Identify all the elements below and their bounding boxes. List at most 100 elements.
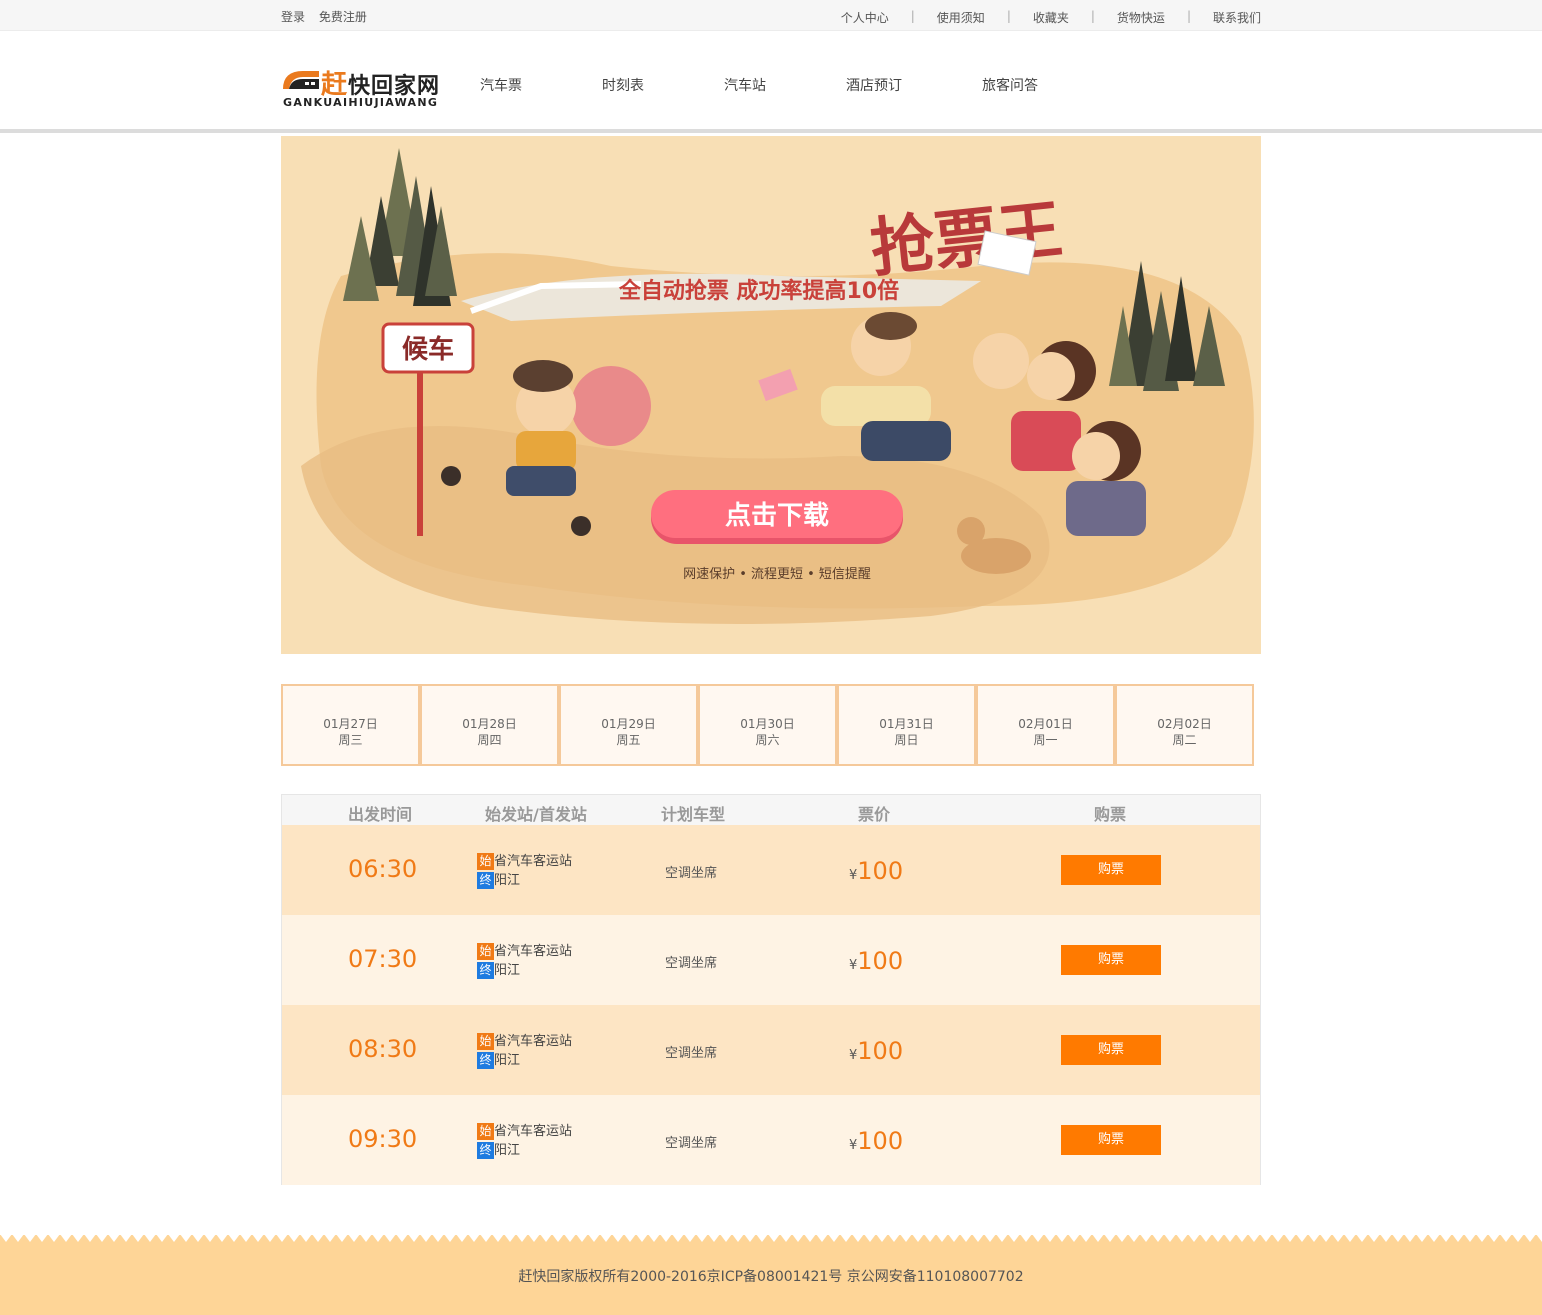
nav-bus-tickets[interactable]: 汽车票 bbox=[480, 75, 522, 95]
download-button-label: 点击下载 bbox=[725, 500, 829, 531]
header-departure-time: 出发时间 bbox=[348, 805, 413, 824]
weekday-label: 周三 bbox=[338, 733, 363, 747]
weekday-label: 周日 bbox=[894, 733, 919, 747]
date-selector: 01月27日 周三 01月28日 周四 01月29日 周五 01月30日 周六 01月3… bbox=[281, 684, 1256, 766]
header-stations: 始发站/首发站 bbox=[485, 805, 587, 824]
table-row: 06:30 始省汽车客运站 终阳江 空调坐席 ¥100 购票 bbox=[282, 825, 1260, 915]
date-tab[interactable]: 02月02日 周二 bbox=[1115, 684, 1254, 766]
banner-slogan: 全自动抢票 成功率提高10倍 bbox=[618, 278, 899, 304]
banner-features: 网速保护 • 流程更短 • 短信提醒 bbox=[683, 566, 871, 582]
date-label: 02月02日 bbox=[1157, 717, 1212, 731]
header-vehicle-type: 计划车型 bbox=[661, 805, 726, 824]
top-links: 个人中心 | 使用须知 | 收藏夹 | 货物快运 | 联系我们 bbox=[841, 9, 1261, 26]
link-personal-center[interactable]: 个人中心 bbox=[841, 9, 889, 26]
start-tag: 始 bbox=[477, 1033, 494, 1050]
date-label: 01月31日 bbox=[879, 717, 934, 731]
promo-banner: 候车 抢票王 全自动抢票 成功率提高10倍 点击下载 网速保护 • 流程更短 •… bbox=[281, 136, 1261, 654]
vehicle-type: 空调坐席 bbox=[665, 866, 718, 881]
end-tag: 终 bbox=[477, 962, 494, 979]
logo-pinyin: GANKUAIHIUJIAWANG bbox=[283, 96, 439, 109]
end-tag: 终 bbox=[477, 1142, 494, 1159]
nav-hotel-booking[interactable]: 酒店预订 bbox=[846, 75, 902, 95]
route-stations: 始省汽车客运站 终阳江 bbox=[477, 1122, 572, 1160]
login-link[interactable]: 登录 bbox=[281, 10, 305, 24]
table-header: 出发时间 始发站/首发站 计划车型 票价 购票 bbox=[282, 795, 1260, 825]
route-stations: 始省汽车客运站 终阳江 bbox=[477, 942, 572, 980]
separator: | bbox=[1186, 9, 1191, 23]
weekday-label: 周五 bbox=[616, 733, 641, 747]
date-tab[interactable]: 01月29日 周五 bbox=[559, 684, 698, 766]
price-value: 100 bbox=[857, 947, 904, 975]
nav-timetable[interactable]: 时刻表 bbox=[602, 75, 644, 95]
separator: | bbox=[1006, 9, 1011, 23]
separator: | bbox=[1090, 9, 1095, 23]
route-stations: 始省汽车客运站 终阳江 bbox=[477, 1032, 572, 1070]
separator: | bbox=[910, 9, 915, 23]
link-freight[interactable]: 货物快运 bbox=[1117, 9, 1165, 26]
departure-time: 07:30 bbox=[348, 945, 418, 973]
site-logo[interactable]: 赶快回家网 GANKUAIHIUJIAWANG bbox=[281, 64, 441, 114]
ticket-price: ¥100 bbox=[849, 1037, 903, 1065]
ticket-price: ¥100 bbox=[849, 1127, 903, 1155]
vehicle-type: 空调坐席 bbox=[665, 1136, 718, 1151]
departure-time: 06:30 bbox=[348, 855, 418, 883]
wait-sign-text: 候车 bbox=[402, 334, 454, 365]
nav-bus-stations[interactable]: 汽车站 bbox=[724, 75, 766, 95]
from-station: 省汽车客运站 bbox=[494, 854, 573, 869]
date-tab[interactable]: 01月28日 周四 bbox=[420, 684, 559, 766]
buy-ticket-button[interactable]: 购票 bbox=[1061, 1125, 1161, 1155]
nav-traveler-qa[interactable]: 旅客问答 bbox=[982, 75, 1038, 95]
register-link[interactable]: 免费注册 bbox=[319, 10, 367, 24]
price-value: 100 bbox=[857, 857, 904, 885]
end-tag: 终 bbox=[477, 872, 494, 889]
table-row: 07:30 始省汽车客运站 终阳江 空调坐席 ¥100 购票 bbox=[282, 915, 1260, 1005]
buy-ticket-button[interactable]: 购票 bbox=[1061, 855, 1161, 885]
to-station: 阳江 bbox=[494, 1053, 521, 1068]
weekday-label: 周一 bbox=[1033, 733, 1058, 747]
departure-time: 08:30 bbox=[348, 1035, 418, 1063]
date-tab[interactable]: 02月01日 周一 bbox=[976, 684, 1115, 766]
date-tab[interactable]: 01月30日 周六 bbox=[698, 684, 837, 766]
date-tab[interactable]: 01月27日 周三 bbox=[281, 684, 420, 766]
date-label: 01月30日 bbox=[740, 717, 795, 731]
date-label: 02月01日 bbox=[1018, 717, 1073, 731]
table-row: 08:30 始省汽车客运站 终阳江 空调坐席 ¥100 购票 bbox=[282, 1005, 1260, 1095]
banner-illustration: 候车 抢票王 全自动抢票 成功率提高10倍 点击下载 网速保护 • 流程更短 •… bbox=[301, 148, 1254, 624]
footer-copyright: 赶快回家版权所有2000-2016京ICP备08001421号 京公网安备110… bbox=[518, 1269, 1024, 1285]
buy-ticket-button[interactable]: 购票 bbox=[1061, 1035, 1161, 1065]
footer-zigzag-edge bbox=[0, 1234, 1542, 1242]
buy-ticket-button[interactable]: 购票 bbox=[1061, 945, 1161, 975]
start-tag: 始 bbox=[477, 943, 494, 960]
weekday-label: 周六 bbox=[755, 733, 780, 747]
start-tag: 始 bbox=[477, 853, 494, 870]
from-station: 省汽车客运站 bbox=[494, 1124, 573, 1139]
header-price: 票价 bbox=[858, 805, 891, 824]
site-header: 赶快回家网 GANKUAIHIUJIAWANG 汽车票 时刻表 汽车站 酒店预订… bbox=[0, 31, 1542, 133]
from-station: 省汽车客运站 bbox=[494, 944, 573, 959]
link-favorites[interactable]: 收藏夹 bbox=[1033, 9, 1069, 26]
departure-time: 09:30 bbox=[348, 1125, 418, 1153]
schedule-table: 出发时间 始发站/首发站 计划车型 票价 购票 06:30 始省汽车客运站 终阳… bbox=[281, 794, 1261, 1185]
link-contact[interactable]: 联系我们 bbox=[1213, 9, 1261, 26]
site-footer: 赶快回家版权所有2000-2016京ICP备08001421号 京公网安备110… bbox=[0, 1234, 1542, 1315]
date-label: 01月27日 bbox=[323, 717, 378, 731]
train-logo-icon bbox=[283, 71, 319, 89]
date-label: 01月28日 bbox=[462, 717, 517, 731]
header-buy: 购票 bbox=[1094, 805, 1127, 824]
download-button[interactable]: 点击下载 bbox=[651, 490, 903, 544]
link-usage-notes[interactable]: 使用须知 bbox=[937, 9, 985, 26]
date-label: 01月29日 bbox=[601, 717, 656, 731]
table-row: 09:30 始省汽车客运站 终阳江 空调坐席 ¥100 购票 bbox=[282, 1095, 1260, 1185]
vehicle-type: 空调坐席 bbox=[665, 956, 718, 971]
vehicle-type: 空调坐席 bbox=[665, 1046, 718, 1061]
price-value: 100 bbox=[857, 1037, 904, 1065]
date-tab[interactable]: 01月31日 周日 bbox=[837, 684, 976, 766]
end-tag: 终 bbox=[477, 1052, 494, 1069]
route-stations: 始省汽车客运站 终阳江 bbox=[477, 852, 572, 890]
ticket-price: ¥100 bbox=[849, 947, 903, 975]
top-bar: 登录 免费注册 个人中心 | 使用须知 | 收藏夹 | 货物快运 | 联系我们 bbox=[0, 0, 1542, 31]
to-station: 阳江 bbox=[494, 963, 521, 978]
to-station: 阳江 bbox=[494, 873, 521, 888]
price-value: 100 bbox=[857, 1127, 904, 1155]
weekday-label: 周四 bbox=[477, 733, 502, 747]
